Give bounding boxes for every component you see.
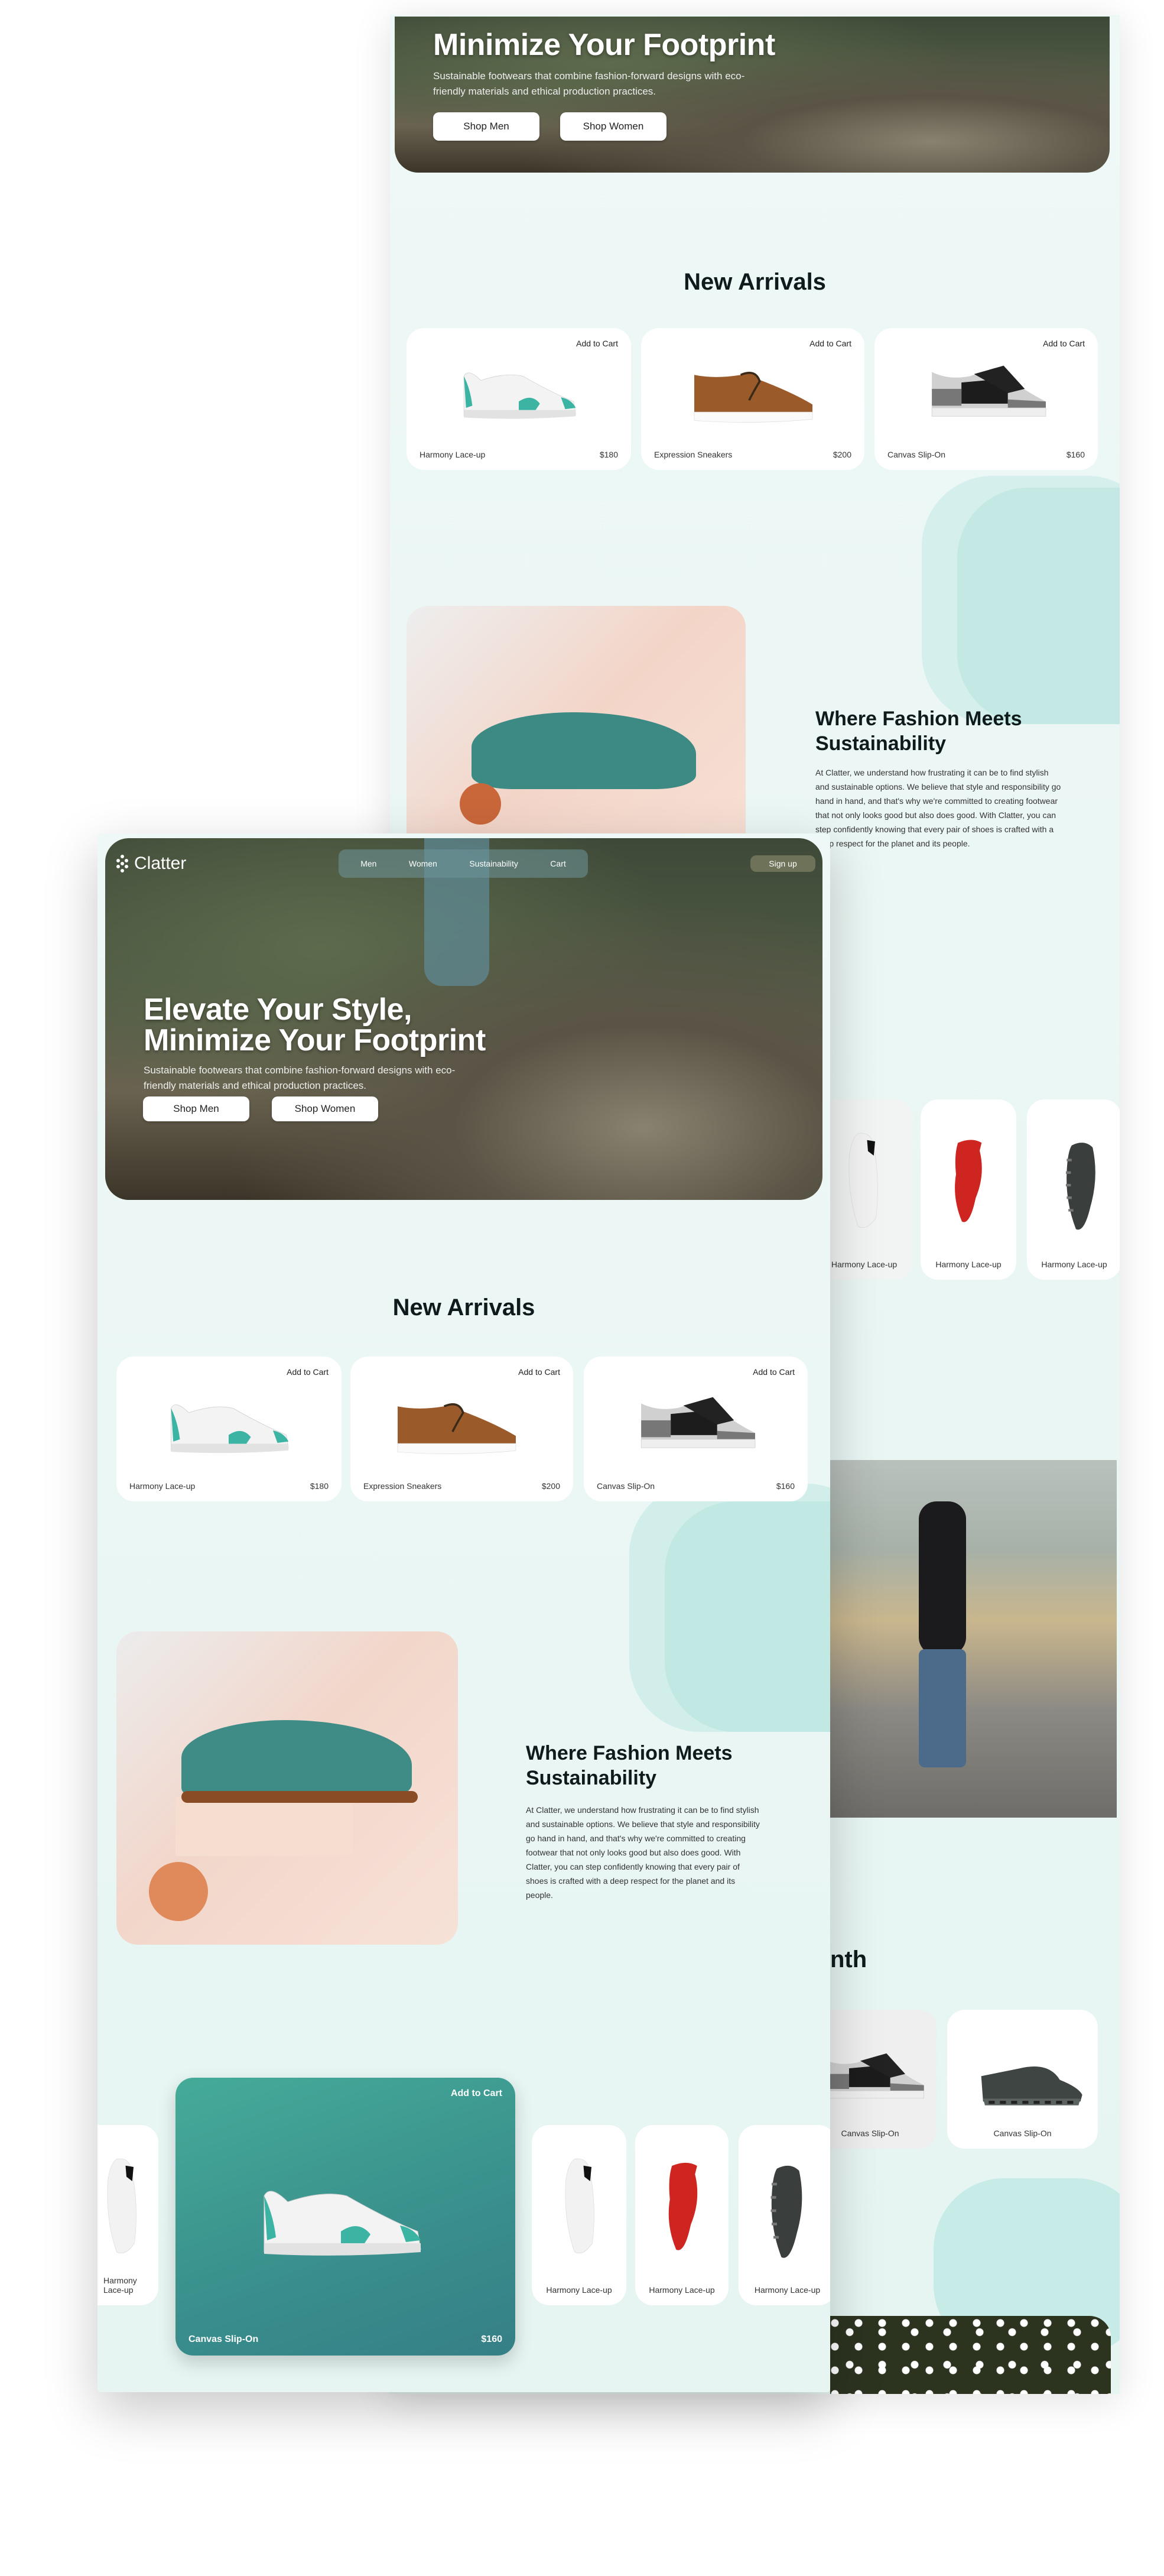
- add-to-cart-link[interactable]: Add to Cart: [1043, 339, 1085, 348]
- product-name: Canvas Slip-On: [887, 450, 946, 459]
- shoe-image: [454, 364, 584, 423]
- product-price: $160: [776, 1481, 795, 1491]
- add-to-cart-link[interactable]: Add to Cart: [753, 1367, 795, 1377]
- hero-title-line1: Elevate Your Style,: [144, 992, 412, 1027]
- shoe-image: [389, 1398, 525, 1457]
- shoe-image: [161, 1395, 297, 1457]
- logo[interactable]: Clatter: [115, 854, 186, 874]
- product-name: Canvas Slip-On: [993, 2129, 1052, 2138]
- add-to-cart-link[interactable]: Add to Cart: [287, 1367, 329, 1377]
- back-month-heading: nth: [830, 1946, 867, 1972]
- add-to-cart-link[interactable]: Add to Cart: [576, 339, 618, 348]
- sustainability-photo: [116, 1631, 458, 1945]
- back-shop-women-button[interactable]: Shop Women: [560, 112, 666, 141]
- hero-subtitle: Sustainable footwears that combine fashi…: [144, 1065, 456, 1091]
- shoe-image: [815, 2051, 928, 2104]
- product-name: Harmony Lace-up: [129, 1481, 196, 1491]
- shoe-image: [252, 2178, 430, 2261]
- product-name: Expression Sneakers: [654, 450, 733, 459]
- product-name: Harmony Lace-up: [546, 2285, 612, 2295]
- new-arrivals-title: New Arrivals: [392, 1295, 535, 1321]
- hero-banner: Clatter Men Women Sustainability Cart Si…: [105, 838, 822, 1200]
- product-name: Harmony Lace-up: [935, 1260, 1002, 1269]
- add-to-cart-link[interactable]: Add to Cart: [809, 339, 851, 348]
- back-shop-men-button[interactable]: Shop Men: [433, 112, 539, 141]
- front-page: Clatter Men Women Sustainability Cart Si…: [97, 833, 830, 2392]
- back-sustainability-title: Where Fashion Meets Sustainability: [815, 708, 1022, 755]
- product-price: $200: [541, 1481, 560, 1491]
- back-carousel-card[interactable]: Harmony Lace-up: [921, 1099, 1016, 1280]
- shoe-image: [974, 2057, 1086, 2110]
- product-name: Harmony Lace-up: [103, 2276, 137, 2295]
- back-carousel-card[interactable]: Harmony Lace-up: [1027, 1099, 1120, 1280]
- product-card[interactable]: Add to Cart Canvas Slip-On $160: [584, 1357, 808, 1501]
- back-product-card[interactable]: Add to Cart Harmony Lace-up $180: [407, 328, 631, 470]
- shoe-image: [97, 2155, 145, 2261]
- product-name: Canvas Slip-On: [188, 2334, 259, 2344]
- hero-title-line2: Minimize Your Footprint: [144, 1023, 486, 1057]
- shoe-image: [688, 366, 818, 426]
- nav-women[interactable]: Women: [409, 859, 437, 868]
- product-name: Harmony Lace-up: [1041, 1260, 1107, 1269]
- product-price: $180: [310, 1481, 329, 1491]
- back-hero-title: Minimize Your Footprint: [433, 28, 775, 62]
- shoe-image: [555, 2155, 603, 2261]
- shop-men-button[interactable]: Shop Men: [143, 1096, 249, 1121]
- sustainability-title: Where Fashion Meets Sustainability: [526, 1742, 733, 1789]
- carousel-card[interactable]: Harmony Lace-up: [635, 2125, 729, 2305]
- product-price: $180: [599, 450, 618, 459]
- carousel-card[interactable]: Harmony Lace-up: [739, 2125, 830, 2305]
- product-price: $160: [1066, 450, 1085, 459]
- shop-women-button[interactable]: Shop Women: [272, 1096, 378, 1121]
- product-name: Expression Sneakers: [363, 1481, 442, 1491]
- signup-button[interactable]: Sign up: [750, 855, 815, 872]
- back-lifestyle-photo: [830, 1460, 1117, 1818]
- product-price: $160: [481, 2334, 502, 2344]
- shoe-image: [839, 1129, 886, 1235]
- carousel-card[interactable]: Harmony Lace-up: [532, 2125, 626, 2305]
- product-name: Harmony Lace-up: [649, 2285, 715, 2295]
- clatter-logo-icon: [116, 855, 128, 872]
- shoe-image: [922, 364, 1052, 423]
- shoe-image: [628, 1395, 764, 1454]
- back-hero-subtitle: Sustainable footwears that combine fashi…: [433, 70, 745, 97]
- product-card[interactable]: Add to Cart Expression Sneakers $200: [350, 1357, 573, 1501]
- back-sustainability-body: At Clatter, we understand how frustratin…: [815, 768, 1061, 848]
- wave-decoration: [957, 488, 1120, 724]
- add-to-cart-link[interactable]: Add to Cart: [518, 1367, 560, 1377]
- shoe-image: [944, 1135, 991, 1229]
- carousel-card[interactable]: Harmony Lace-up: [97, 2125, 158, 2305]
- wave-decoration: [665, 1501, 830, 1732]
- back-product-card[interactable]: Add to Cart Canvas Slip-On $160: [874, 328, 1098, 470]
- nav-sustainability[interactable]: Sustainability: [469, 859, 518, 868]
- back-month-card[interactable]: Canvas Slip-On: [947, 2010, 1098, 2149]
- product-name: Canvas Slip-On: [597, 1481, 655, 1491]
- nav-men[interactable]: Men: [360, 859, 376, 868]
- featured-carousel-card[interactable]: Add to Cart Canvas Slip-On $160: [175, 2078, 515, 2356]
- product-price: $200: [833, 450, 851, 459]
- main-nav: Men Women Sustainability Cart: [339, 849, 588, 878]
- back-hero-banner: Minimize Your Footprint Sustainable foot…: [395, 17, 1110, 173]
- nav-cart[interactable]: Cart: [550, 859, 565, 868]
- back-product-card[interactable]: Add to Cart Expression Sneakers $200: [641, 328, 864, 470]
- shoe-image: [1056, 1135, 1104, 1235]
- back-sustainability-photo: [407, 606, 746, 854]
- back-new-arrivals-title: New Arrivals: [684, 269, 826, 295]
- add-to-cart-link[interactable]: Add to Cart: [451, 2088, 502, 2099]
- product-card[interactable]: Add to Cart Harmony Lace-up $180: [116, 1357, 342, 1501]
- brand-name: Clatter: [134, 854, 187, 873]
- shoe-image: [659, 2158, 706, 2258]
- sustainability-body: At Clatter, we understand how frustratin…: [526, 1805, 760, 1900]
- product-name: Harmony Lace-up: [420, 450, 486, 459]
- product-name: Harmony Lace-up: [754, 2285, 821, 2295]
- shoe-image: [762, 2158, 809, 2264]
- back-daisies-photo: [830, 2316, 1111, 2394]
